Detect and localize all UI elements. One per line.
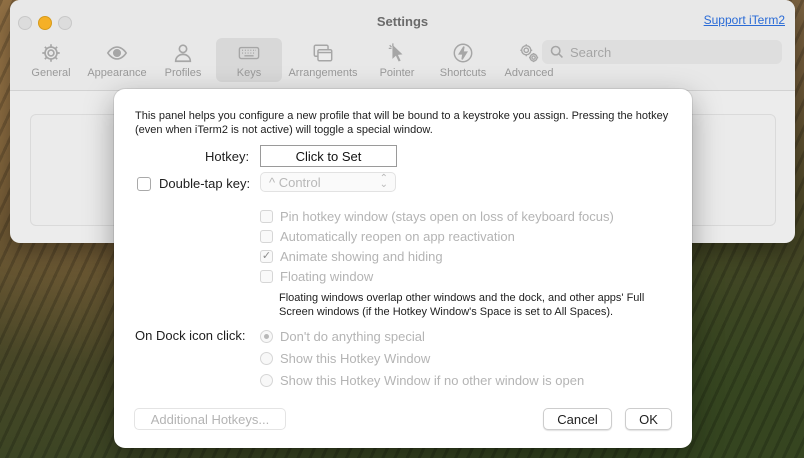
dock-option-show-if-none[interactable]: Show this Hotkey Window if no other wind… bbox=[260, 373, 584, 388]
radio-label: Show this Hotkey Window bbox=[280, 351, 431, 366]
floating-window-note: Floating windows overlap other windows a… bbox=[279, 292, 645, 318]
dock-option-nothing[interactable]: Don't do anything special bbox=[260, 329, 425, 344]
search-icon bbox=[550, 45, 563, 58]
tab-arrangements-label: Arrangements bbox=[288, 67, 358, 79]
radio-button[interactable] bbox=[260, 330, 273, 343]
double-tap-checkbox[interactable]: Double-tap key: bbox=[137, 176, 250, 191]
tab-appearance[interactable]: Appearance bbox=[84, 38, 150, 82]
tab-profiles-label: Profiles bbox=[164, 67, 202, 79]
gears-icon bbox=[520, 44, 539, 63]
option-label: Automatically reopen on app reactivation bbox=[280, 229, 515, 244]
checkbox-box[interactable] bbox=[260, 270, 273, 283]
tab-profiles[interactable]: Profiles bbox=[150, 38, 216, 82]
tab-shortcuts-label: Shortcuts bbox=[439, 67, 487, 79]
gear-icon bbox=[42, 44, 60, 62]
tab-keys[interactable]: Keys bbox=[216, 38, 282, 82]
double-tap-checkbox-box[interactable] bbox=[137, 176, 151, 191]
tab-general[interactable]: General bbox=[18, 38, 84, 82]
radio-button[interactable] bbox=[260, 352, 273, 365]
keyboard-icon bbox=[238, 46, 260, 60]
dock-click-label: On Dock icon click: bbox=[135, 328, 246, 343]
title-bar: Settings Support iTerm2 General Appearan… bbox=[10, 0, 795, 91]
hotkey-window-sheet: This panel helps you configure a new pro… bbox=[114, 89, 692, 448]
preferences-toolbar: General Appearance Profiles Keys Arrange… bbox=[18, 38, 562, 82]
option-label: Floating window bbox=[280, 269, 374, 284]
support-link[interactable]: Support iTerm2 bbox=[704, 13, 785, 27]
double-tap-key-select[interactable]: ^ Control ⌃ ⌄ bbox=[260, 172, 396, 192]
tab-pointer[interactable]: Pointer bbox=[364, 38, 430, 82]
radio-label: Show this Hotkey Window if no other wind… bbox=[280, 373, 585, 388]
search-field[interactable]: Search bbox=[542, 40, 782, 64]
tab-appearance-label: Appearance bbox=[87, 67, 147, 79]
bolt-icon bbox=[453, 43, 473, 63]
checkmark-icon: ✓ bbox=[261, 250, 272, 262]
cursor-icon bbox=[388, 43, 403, 62]
tab-general-label: General bbox=[31, 67, 71, 79]
tab-pointer-label: Pointer bbox=[379, 67, 415, 79]
pin-hotkey-window-checkbox[interactable]: Pin hotkey window (stays open on loss of… bbox=[260, 209, 614, 224]
person-icon bbox=[174, 44, 192, 63]
tab-arrangements[interactable]: Arrangements bbox=[282, 38, 364, 82]
animate-checkbox[interactable]: ✓ Animate showing and hiding bbox=[260, 249, 443, 264]
search-placeholder: Search bbox=[570, 44, 612, 60]
checkbox-box[interactable]: ✓ bbox=[260, 250, 273, 263]
checkbox-box[interactable] bbox=[260, 210, 273, 223]
option-label: Pin hotkey window (stays open on loss of… bbox=[280, 209, 614, 224]
eye-icon bbox=[106, 46, 128, 60]
ok-button[interactable]: OK bbox=[625, 408, 672, 430]
radio-selected-dot bbox=[264, 334, 269, 339]
hotkey-label: Hotkey: bbox=[205, 149, 250, 164]
auto-reopen-checkbox[interactable]: Automatically reopen on app reactivation bbox=[260, 229, 515, 244]
cancel-button[interactable]: Cancel bbox=[543, 408, 612, 430]
intro-text: This panel helps you configure a new pro… bbox=[135, 110, 669, 136]
option-label: Animate showing and hiding bbox=[280, 249, 443, 264]
tab-advanced-label: Advanced bbox=[504, 67, 554, 79]
window-title: Settings bbox=[376, 14, 429, 29]
checkbox-box[interactable] bbox=[260, 230, 273, 243]
windows-icon bbox=[313, 44, 333, 62]
tab-keys-label: Keys bbox=[236, 67, 262, 79]
hotkey-recorder-button[interactable]: Click to Set bbox=[260, 145, 397, 167]
double-tap-label: Double-tap key: bbox=[159, 176, 251, 191]
radio-label: Don't do anything special bbox=[280, 329, 425, 344]
tab-shortcuts[interactable]: Shortcuts bbox=[430, 38, 496, 82]
double-tap-key-value: ^ Control bbox=[269, 174, 321, 190]
updown-chevron-icon: ⌃ ⌄ bbox=[379, 173, 388, 190]
dock-option-show[interactable]: Show this Hotkey Window bbox=[260, 351, 430, 366]
radio-button[interactable] bbox=[260, 374, 273, 387]
floating-window-checkbox[interactable]: Floating window bbox=[260, 269, 373, 284]
additional-hotkeys-button[interactable]: Additional Hotkeys... bbox=[134, 408, 286, 430]
